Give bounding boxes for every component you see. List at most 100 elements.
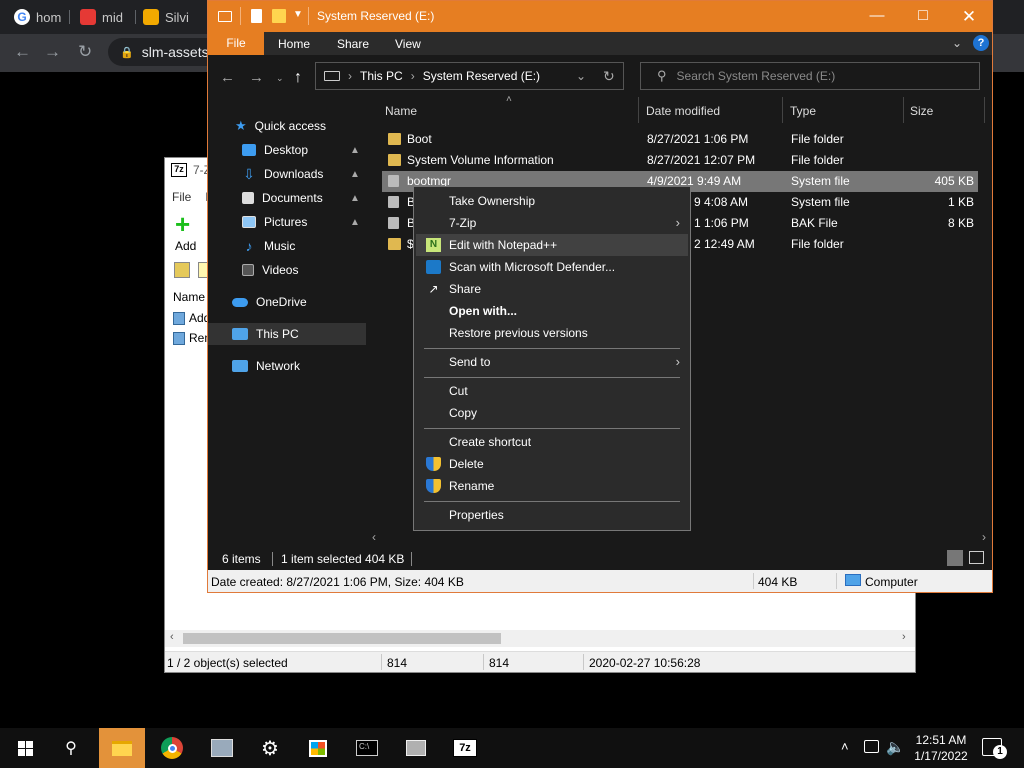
help-icon[interactable]: ?: [973, 35, 989, 51]
close-icon[interactable]: ✕: [946, 7, 992, 27]
network-status-icon[interactable]: [864, 740, 879, 753]
maximize-icon[interactable]: □: [900, 7, 946, 25]
tab-view[interactable]: View: [395, 37, 421, 51]
system-clock[interactable]: 12:51 AM 1/17/2022: [906, 732, 976, 764]
menu-item-edit-notepad[interactable]: N Edit with Notepad++: [416, 234, 688, 256]
list-item[interactable]: Ren: [173, 331, 211, 345]
menu-item-rename[interactable]: Rename: [416, 475, 688, 497]
breadcrumb-drive[interactable]: System Reserved (E:): [423, 69, 540, 83]
file-type: BAK File: [791, 216, 838, 230]
taskbar-file-explorer[interactable]: [99, 728, 145, 768]
horizontal-scrollbar[interactable]: ‹ ›: [368, 530, 992, 545]
nav-item-downloads[interactable]: ⇩ Downloads ▲: [208, 163, 366, 185]
taskbar-7zip[interactable]: 7z: [442, 728, 488, 768]
tab-file[interactable]: File: [208, 32, 264, 55]
notification-center-icon[interactable]: 1: [982, 738, 1007, 759]
menu-item-take-ownership[interactable]: Take Ownership: [416, 190, 688, 212]
menu-item-restore-versions[interactable]: Restore previous versions: [416, 322, 688, 344]
chrome-tab[interactable]: Silvi: [143, 4, 201, 30]
address-dropdown-icon[interactable]: ⌄: [576, 69, 586, 83]
tab-home[interactable]: Home: [278, 37, 310, 51]
taskbar-chrome[interactable]: [149, 728, 195, 768]
large-icons-view-icon[interactable]: [969, 551, 984, 564]
nav-item-network[interactable]: Network: [208, 355, 366, 377]
menu-item-properties[interactable]: Properties: [416, 504, 688, 526]
up-arrow-icon[interactable]: ↑: [294, 69, 302, 87]
taskbar-app[interactable]: [199, 728, 245, 768]
menu-item-open-with[interactable]: Open with...: [416, 300, 688, 322]
address-bar[interactable]: › This PC › System Reserved (E:) ⌄ ↻: [315, 62, 624, 90]
search-input[interactable]: ⚲ Search System Reserved (E:): [640, 62, 980, 90]
taskbar-store[interactable]: [295, 728, 341, 768]
system-file-icon: [388, 196, 399, 208]
menu-item-delete[interactable]: Delete: [416, 453, 688, 475]
menu-item-create-shortcut[interactable]: Create shortcut: [416, 431, 688, 453]
chevron-up-icon[interactable]: ˄: [841, 739, 849, 754]
forward-icon[interactable]: →: [44, 42, 61, 62]
back-arrow-icon[interactable]: ←: [220, 69, 235, 86]
column-size[interactable]: Size: [910, 104, 933, 118]
back-icon[interactable]: ←: [14, 42, 31, 62]
scrollbar-thumb[interactable]: [183, 633, 501, 644]
chrome-tab[interactable]: mid: [80, 4, 136, 30]
menu-item-send-to[interactable]: Send to ›: [416, 351, 688, 373]
chevron-down-icon[interactable]: ⌄: [952, 36, 962, 50]
music-note-icon: ♪: [245, 238, 253, 254]
menu-file[interactable]: File: [172, 190, 191, 204]
recent-dropdown-icon[interactable]: ⌄: [276, 73, 284, 84]
menu-item-share[interactable]: ↗ Share: [416, 278, 688, 300]
column-date-modified[interactable]: Date modified: [646, 104, 720, 118]
add-button[interactable]: + Add: [165, 210, 209, 258]
breadcrumb-this-pc[interactable]: This PC: [360, 69, 403, 83]
reload-icon[interactable]: ↻: [78, 42, 92, 62]
volume-muted-icon[interactable]: 🔈: [886, 738, 905, 756]
nav-item-onedrive[interactable]: OneDrive: [208, 291, 366, 313]
nav-item-this-pc[interactable]: This PC: [208, 323, 366, 345]
column-name[interactable]: Name: [173, 290, 205, 304]
scroll-right-icon[interactable]: ›: [902, 631, 906, 643]
nav-label: Documents: [262, 191, 323, 205]
column-type[interactable]: Type: [790, 104, 816, 118]
file-row[interactable]: System Volume Information 8/27/2021 12:0…: [382, 150, 978, 171]
properties-quick-icon[interactable]: [251, 9, 262, 23]
column-name[interactable]: Name: [385, 104, 417, 118]
taskbar-settings[interactable]: ⚙: [247, 728, 293, 768]
scroll-left-icon[interactable]: ‹: [170, 631, 174, 643]
forward-arrow-icon[interactable]: →: [249, 69, 264, 86]
list-item[interactable]: Add: [173, 311, 210, 325]
details-view-icon[interactable]: [947, 550, 963, 566]
nav-item-quick-access[interactable]: ★ Quick access: [208, 115, 366, 137]
taskbar-installer[interactable]: [393, 728, 439, 768]
scroll-left-icon[interactable]: ‹: [372, 530, 376, 544]
tab-share[interactable]: Share: [337, 37, 369, 51]
menu-item-copy[interactable]: Copy: [416, 402, 688, 424]
sevenzip-statusbar: 1 / 2 object(s) selected 814 814 2020-02…: [165, 651, 915, 672]
nav-item-videos[interactable]: Videos: [208, 259, 366, 281]
minimize-icon[interactable]: —: [854, 7, 900, 24]
file-type: System file: [791, 195, 850, 209]
file-row[interactable]: Boot 8/27/2021 1:06 PM File folder: [382, 129, 978, 150]
customize-toolbar-icon[interactable]: ▼: [293, 9, 303, 20]
nav-item-pictures[interactable]: Pictures ▲: [208, 211, 366, 233]
nav-item-music[interactable]: ♪ Music: [208, 235, 366, 257]
menu-item-label: Copy: [449, 406, 478, 420]
menu-item-7zip[interactable]: 7-Zip ›: [416, 212, 688, 234]
taskbar-terminal[interactable]: C:\: [344, 728, 390, 768]
store-icon: [309, 739, 327, 757]
up-folder-icon[interactable]: [174, 262, 190, 278]
nav-item-desktop[interactable]: Desktop ▲: [208, 139, 366, 161]
horizontal-scrollbar[interactable]: ‹ ›: [165, 630, 915, 647]
new-folder-quick-icon[interactable]: [272, 9, 286, 23]
refresh-icon[interactable]: ↻: [603, 68, 615, 85]
chrome-tab[interactable]: G hom: [14, 4, 70, 30]
omnibox[interactable]: 🔒 slm-assets: [108, 38, 218, 66]
scroll-right-icon[interactable]: ›: [982, 530, 986, 544]
search-button[interactable]: ⚲: [48, 728, 94, 768]
menu-item-scan-defender[interactable]: Scan with Microsoft Defender...: [416, 256, 688, 278]
status-item-count: 6 items: [222, 552, 261, 566]
nav-item-documents[interactable]: Documents ▲: [208, 187, 366, 209]
start-button[interactable]: [2, 728, 48, 768]
file-type: File folder: [791, 153, 844, 167]
nav-label: Pictures: [264, 215, 308, 229]
menu-item-cut[interactable]: Cut: [416, 380, 688, 402]
